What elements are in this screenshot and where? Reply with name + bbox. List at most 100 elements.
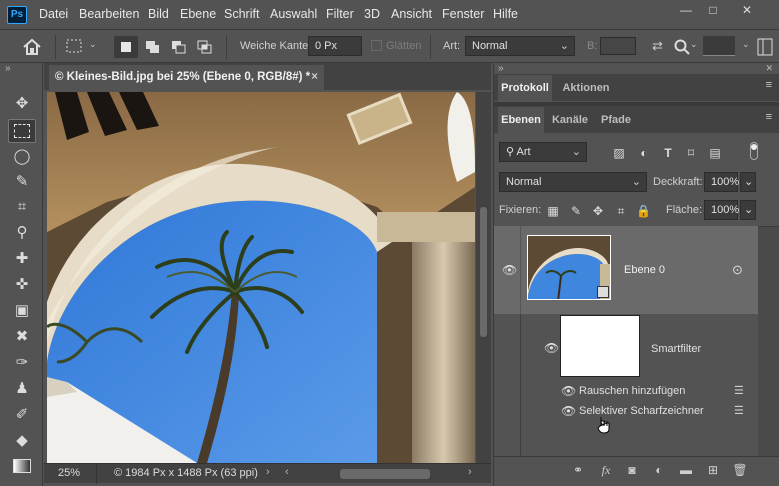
panel-menu-icon[interactable]: ≡ [766, 111, 772, 123]
menu-datei[interactable]: Datei [39, 7, 68, 21]
delete-layer-icon[interactable]: 🗑 [732, 463, 748, 477]
blend-mode-select[interactable]: Normal ⌄ [499, 172, 647, 192]
new-selection-button[interactable] [114, 36, 138, 58]
document-tab[interactable]: © Kleines-Bild.jpg bei 25% (Ebene 0, RGB… [49, 65, 324, 90]
restore-button[interactable]: □ [701, 3, 725, 19]
marquee-tool-icon[interactable] [66, 39, 82, 53]
clone-stamp-tool-icon[interactable]: ♟ [11, 378, 33, 400]
chevron-down-icon[interactable]: ⌄ [690, 39, 698, 50]
image-canvas[interactable] [47, 92, 475, 463]
lasso-tool-icon[interactable]: ◯ [11, 146, 33, 168]
filter-toggle[interactable] [750, 142, 758, 160]
eyedropper-tool-icon[interactable]: ⚲ [11, 222, 33, 244]
chevron-down-icon[interactable]: ⌄ [89, 39, 97, 50]
new-layer-icon[interactable]: ⊞ [705, 463, 721, 477]
horizontal-scroll-thumb[interactable] [340, 469, 430, 479]
filter-options-icon[interactable]: ☰ [734, 384, 744, 397]
layer-name[interactable]: Ebene 0 [624, 264, 665, 276]
menu-bild[interactable]: Bild [148, 7, 169, 21]
history-brush-tool-icon[interactable]: ✐ [11, 404, 33, 426]
close-tab-icon[interactable]: × [311, 65, 318, 90]
tab-protokoll[interactable]: Protokoll [498, 75, 552, 101]
fill-input[interactable]: 100% [704, 200, 739, 220]
menu-hilfe[interactable]: Hilfe [493, 7, 518, 21]
width-input[interactable] [600, 37, 636, 55]
add-selection-icon[interactable] [145, 40, 161, 54]
search-icon[interactable] [674, 39, 690, 55]
chevron-down-icon[interactable]: ⌄ [742, 39, 750, 50]
opacity-input[interactable]: 100% [704, 172, 739, 192]
layers-scrollbar[interactable] [758, 227, 779, 458]
pixel-filter-icon[interactable]: ▨ [612, 146, 626, 160]
lock-artboard-icon[interactable]: ⌗ [614, 204, 628, 218]
visibility-eye-icon[interactable]: 👁 [561, 384, 576, 398]
workspace-field[interactable] [703, 36, 735, 56]
adjustment-layer-icon[interactable]: ◐ [651, 463, 667, 477]
layer-filter-select[interactable]: ⚲ Art ⌄ [499, 142, 587, 162]
menu-ansicht[interactable]: Ansicht [391, 7, 432, 21]
scroll-right-icon[interactable]: › [468, 466, 472, 478]
visibility-eye-icon[interactable]: 👁 [502, 263, 517, 277]
smart-filter-toggle-icon[interactable]: ⊙ [732, 262, 743, 278]
layer-thumbnail[interactable] [527, 235, 611, 300]
filter-item-rauschen[interactable]: Rauschen hinzufügen [579, 385, 685, 397]
lock-position-icon[interactable]: ✥ [591, 204, 605, 218]
zoom-level[interactable]: 25% [58, 467, 80, 479]
link-layers-icon[interactable]: ⚭ [570, 463, 586, 477]
patch-tool-icon[interactable]: ✜ [11, 274, 33, 296]
intersect-selection-icon[interactable] [197, 40, 213, 54]
lock-pixels-icon[interactable]: ✎ [569, 204, 583, 218]
swap-icon[interactable]: ⇄ [652, 38, 663, 54]
close-panel-icon[interactable]: ✕ [765, 63, 773, 74]
antialias-checkbox[interactable] [371, 40, 382, 51]
scroll-left-icon[interactable]: ‹ [285, 466, 289, 478]
smartfilter-mask-thumbnail[interactable] [560, 315, 640, 377]
new-group-icon[interactable]: ▬ [678, 463, 694, 477]
close-window-button[interactable]: ✕ [735, 3, 759, 19]
healing-brush-tool-icon[interactable]: ✚ [11, 248, 33, 270]
quick-select-tool-icon[interactable]: ✎ [11, 171, 33, 193]
content-aware-move-icon[interactable]: ✖ [11, 326, 33, 348]
menu-3d[interactable]: 3D [364, 7, 380, 21]
gradient-tool-icon[interactable] [13, 459, 31, 473]
tab-kanaele[interactable]: Kanäle [548, 107, 592, 133]
menu-schrift[interactable]: Schrift [224, 7, 259, 21]
lock-transparency-icon[interactable]: ▦ [546, 204, 560, 218]
panel-menu-icon[interactable]: ≡ [766, 79, 772, 91]
move-tool-icon[interactable]: ✥ [11, 93, 33, 115]
visibility-eye-icon[interactable]: 👁 [544, 341, 559, 355]
tab-ebenen[interactable]: Ebenen [498, 107, 544, 133]
opacity-dropdown[interactable]: ⌄ [740, 172, 756, 192]
layer-row-ebene0[interactable]: 👁 Ebene 0 ⊙ [494, 226, 758, 314]
eraser-tool-icon[interactable]: ◆ [11, 430, 33, 452]
home-icon[interactable] [22, 38, 42, 56]
vertical-scrollbar[interactable] [476, 92, 491, 463]
frame-tool-icon[interactable]: ▣ [11, 300, 33, 322]
feather-input[interactable]: 0 Px [308, 36, 362, 56]
add-mask-icon[interactable]: ◙ [624, 463, 640, 477]
collapse-icon[interactable]: » [5, 63, 11, 74]
menu-auswahl[interactable]: Auswahl [270, 7, 317, 21]
menu-fenster[interactable]: Fenster [442, 7, 484, 21]
collapse-icon[interactable]: » [498, 63, 504, 74]
menu-filter[interactable]: Filter [326, 7, 354, 21]
shape-filter-icon[interactable]: ⌑ [684, 146, 698, 160]
lock-all-icon[interactable]: 🔒 [636, 204, 651, 218]
panel-layout-icon[interactable] [757, 38, 773, 56]
chevron-right-icon[interactable]: › [266, 466, 270, 478]
menu-ebene[interactable]: Ebene [180, 7, 216, 21]
filter-options-icon[interactable]: ☰ [734, 404, 744, 417]
scroll-thumb[interactable] [480, 207, 487, 337]
smartobject-filter-icon[interactable]: ▤ [708, 146, 722, 160]
type-filter-icon[interactable]: T [661, 146, 675, 160]
fill-dropdown[interactable]: ⌄ [740, 200, 756, 220]
tab-pfade[interactable]: Pfade [596, 107, 636, 133]
tab-aktionen[interactable]: Aktionen [556, 75, 616, 101]
crop-tool-icon[interactable]: ⌗ [11, 196, 33, 218]
style-select[interactable]: Normal ⌄ [465, 36, 575, 56]
minimize-button[interactable]: — [674, 3, 698, 19]
visibility-eye-icon[interactable]: 👁 [561, 404, 576, 418]
brush-tool-icon[interactable]: ✑ [11, 352, 33, 374]
menu-bearbeiten[interactable]: Bearbeiten [79, 7, 139, 21]
subtract-selection-icon[interactable] [171, 40, 187, 54]
